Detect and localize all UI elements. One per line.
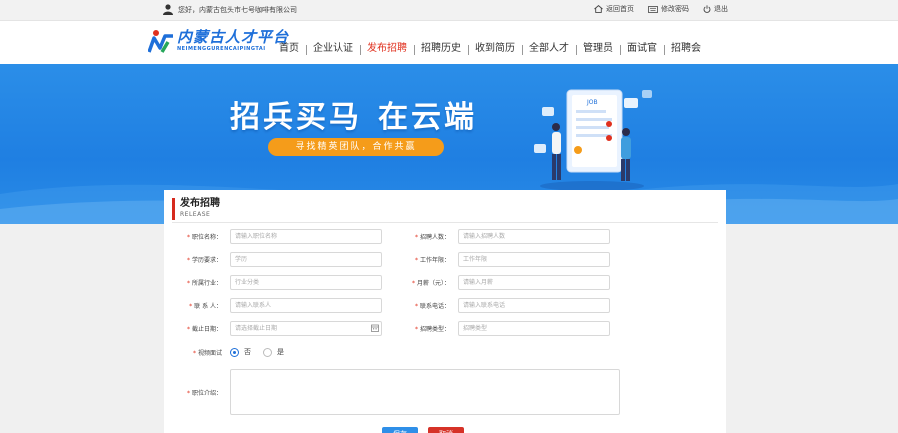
video-interview-field: * 视频面试 否 是 [192,347,284,357]
home-link[interactable]: 返回首页 [594,4,634,14]
position-name-field: * 职位名称： 请输入职位名称 [166,229,382,244]
industry-label: 所属行业： [191,280,222,287]
radio-dot [263,347,272,357]
education-field: * 学历要求： 学历 [166,252,382,267]
video-interview-yes-label: 是 [277,348,284,356]
change-password-link[interactable]: 修改密码 [648,4,689,14]
greeting-text: 您好，内蒙古包头市七号咖啡有限公司 [178,5,297,14]
nav-home[interactable]: 首页 [272,21,306,64]
experience-select[interactable]: 工作年限 [458,252,610,267]
experience-field: * 工作年限： 工作年限 [394,252,610,267]
form-subtitle: RELEASE [180,211,211,218]
banner-slogan: 招兵买马 在云端 [230,92,477,136]
site-logo[interactable]: 内蒙古人才平台 NEIMENGGURENCAIPINGTAI [148,28,289,54]
banner-pill: 寻找精英团队，合作共赢 [268,138,444,156]
salary-input[interactable]: 请输入月薪 [458,275,610,290]
cancel-button[interactable]: 取消 [428,427,464,433]
form-title: 发布招聘 [180,198,220,209]
video-interview-label: 视频面试 [197,349,222,357]
greeting: 您好，内蒙古包头市七号咖啡有限公司 [163,4,297,15]
save-button[interactable]: 保存 [382,427,418,433]
education-select[interactable]: 学历 [230,252,382,267]
job-board-illustration-icon: JOB [534,89,652,191]
deadline-label: 截止日期： [191,326,222,333]
logout-link[interactable]: 退出 [703,4,728,14]
nav-job-history[interactable]: 招聘历史 [414,21,468,64]
home-icon [594,5,603,13]
nav-all-talent[interactable]: 全部人才 [522,21,576,64]
phone-label: 联系电话： [419,303,450,310]
industry-field: * 所属行业： 行业分类 [166,275,382,290]
headcount-input[interactable]: 请输入招聘人数 [458,229,610,244]
education-label: 学历要求： [191,257,222,264]
video-interview-yes-radio[interactable]: 是 [263,347,284,357]
headcount-field: * 招聘人数： 请输入招聘人数 [394,229,610,244]
top-bar: 您好，内蒙古包头市七号咖啡有限公司 返回首页 修改密码 退出 [0,0,898,21]
deadline-placeholder: 请选择截止日期 [235,325,278,332]
recruit-type-select[interactable]: 招聘类型 [458,321,610,336]
recruit-type-label: 招聘类型： [419,326,450,333]
header: 内蒙古人才平台 NEIMENGGURENCAIPINGTAI 首页 企业认证 发… [0,21,898,64]
contact-field: * 联 系 人： 请输入联系人 [166,298,382,313]
form-divider [172,222,718,223]
nav-company-verify[interactable]: 企业认证 [306,21,360,64]
description-textarea[interactable] [230,369,620,415]
post-job-form: 发布招聘 RELEASE * 职位名称： 请输入职位名称 * 招聘人数： 请输入招聘… [164,190,726,433]
deadline-field: * 截止日期： 请选择截止日期 [166,321,382,336]
form-header: 发布招聘 RELEASE [172,198,220,220]
keyboard-icon [648,5,658,13]
deadline-input[interactable]: 请选择截止日期 [230,321,382,336]
nav-received-resumes[interactable]: 收到简历 [468,21,522,64]
banner-slogan-left: 招兵买马 [230,100,362,135]
contact-input[interactable]: 请输入联系人 [230,298,382,313]
nav-interviewer[interactable]: 面试官 [620,21,664,64]
home-link-label: 返回首页 [606,5,634,13]
nav-post-job[interactable]: 发布招聘 [360,21,414,64]
logout-label: 退出 [714,5,728,13]
radio-dot-selected [230,347,239,357]
position-name-label: 职位名称： [191,234,222,241]
video-interview-no-label: 否 [244,348,251,356]
video-interview-no-radio[interactable]: 否 [230,347,251,357]
main-nav: 首页 企业认证 发布招聘 招聘历史 收到简历 全部人才 管理员 面试官 招聘会 [272,21,708,64]
phone-input[interactable]: 请输入联系电话 [458,298,610,313]
logo-mark-icon [148,30,173,53]
position-name-input[interactable]: 请输入职位名称 [230,229,382,244]
banner-slogan-right: 在云端 [378,100,477,135]
salary-label: 月薪（元）： [416,280,450,287]
contact-label: 联 系 人： [194,303,222,310]
calendar-icon[interactable] [371,324,379,332]
description-field: * 职位介绍： [166,369,620,415]
power-icon [703,5,711,13]
nav-admin[interactable]: 管理员 [576,21,620,64]
user-icon [163,4,173,15]
recruit-type-field: * 招聘类型： 招聘类型 [394,321,610,336]
change-password-label: 修改密码 [661,5,689,13]
experience-label: 工作年限： [419,257,450,264]
headcount-label: 招聘人数： [419,234,450,241]
salary-field: * 月薪（元）： 请输入月薪 [394,275,610,290]
description-label: 职位介绍： [191,389,222,397]
phone-field: * 联系电话： 请输入联系电话 [394,298,610,313]
nav-job-fair[interactable]: 招聘会 [664,21,708,64]
job-tag: JOB [586,99,598,106]
industry-select[interactable]: 行业分类 [230,275,382,290]
